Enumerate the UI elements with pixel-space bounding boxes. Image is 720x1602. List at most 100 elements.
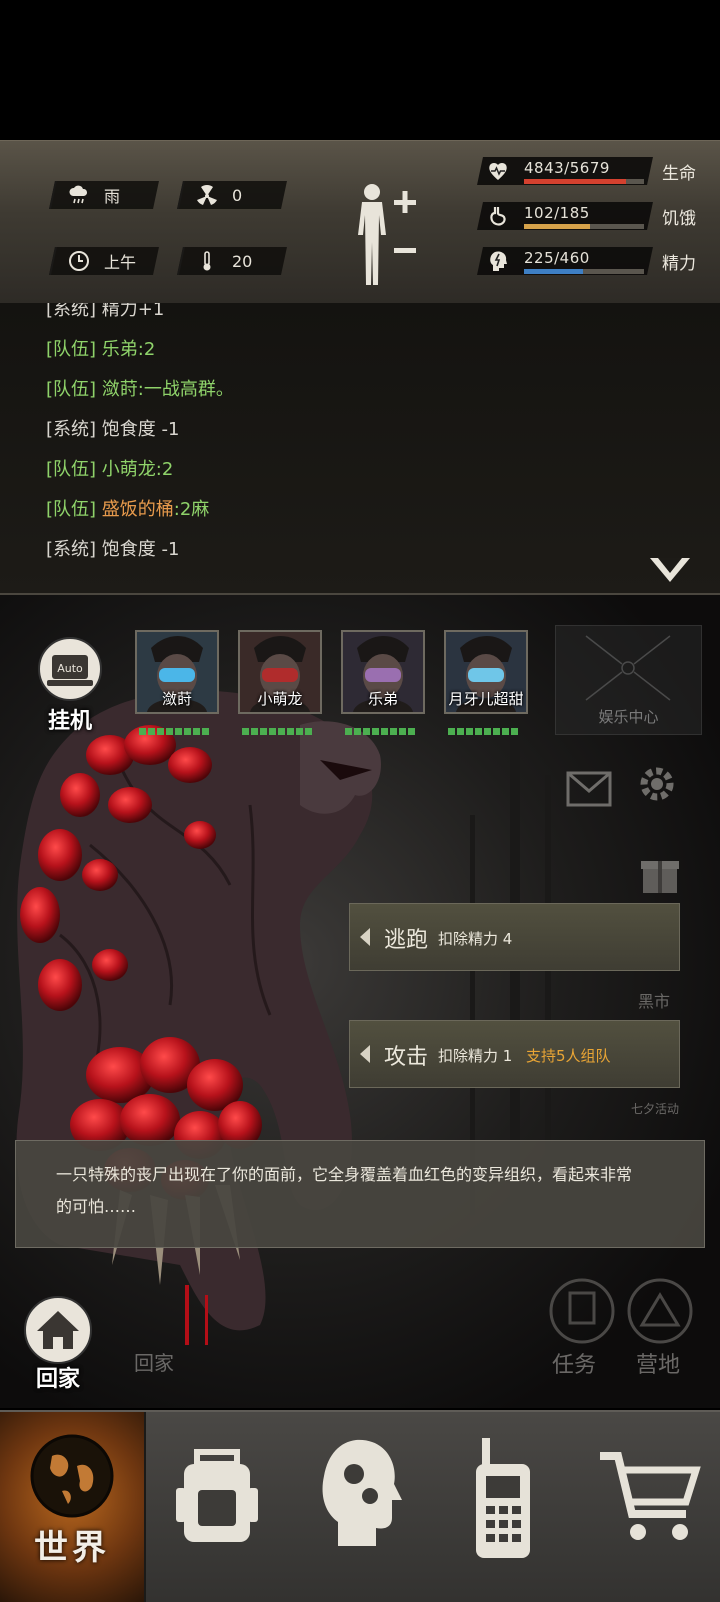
time-chip: 上午 [49, 247, 159, 275]
party-member-hp [448, 728, 518, 735]
home-faded-label: 回家 [134, 1351, 174, 1375]
hp-pip [296, 728, 303, 735]
radiation-value: 0 [232, 185, 243, 205]
chat-message: :2麻 [173, 499, 210, 520]
chat-message: 乐弟:2 [101, 339, 156, 360]
nav-backpack-tab[interactable] [144, 1412, 288, 1602]
hp-pip [260, 728, 267, 735]
svg-text:Auto: Auto [57, 662, 83, 675]
weather-chip: 雨 [49, 181, 159, 209]
party-member-hp [345, 728, 415, 735]
chat-line: [系统] 精力+1 [46, 303, 164, 321]
chat-line: [系统] 饱食度 -1 [46, 415, 179, 441]
auto-computer-icon: Auto [38, 637, 102, 701]
hp-pip [345, 728, 352, 735]
time-value: 上午 [104, 253, 137, 272]
hp-pip [493, 728, 500, 735]
health-bar [524, 179, 627, 184]
hp-pip [511, 728, 518, 735]
hp-pip [354, 728, 361, 735]
home-button[interactable]: 回家 [18, 1295, 98, 1395]
hp-pip [202, 728, 209, 735]
chat-line: [队伍] 乐弟:2 [46, 335, 155, 361]
hp-pip [399, 728, 406, 735]
energy-value: 225/460 [524, 249, 590, 267]
head-gears-icon [322, 1439, 402, 1546]
chat-channel: [队伍] [46, 459, 97, 480]
chat-sender[interactable]: 盛饭的桶 [102, 499, 174, 520]
stomach-icon [486, 204, 510, 228]
radiation-icon [196, 184, 218, 206]
body-status-button[interactable] [350, 180, 440, 290]
backpack-icon [176, 1449, 258, 1542]
nav-shop-tab[interactable] [576, 1412, 720, 1602]
heart-pulse-icon [486, 159, 510, 183]
party-member-2[interactable]: 小萌龙 [238, 630, 322, 740]
party-member-hp [242, 728, 312, 735]
gift-icon[interactable] [640, 851, 680, 899]
hp-pip [372, 728, 379, 735]
hp-pip [184, 728, 191, 735]
health-value: 4843/5679 [524, 159, 610, 177]
flee-button[interactable]: 逃跑 扣除精力 4 [349, 903, 680, 971]
hp-pip [390, 728, 397, 735]
task-label[interactable]: 任务 [552, 1347, 596, 1379]
human-figure-icon [358, 184, 386, 285]
hp-pip [166, 728, 173, 735]
chat-message: 潋莳:一战高群。 [101, 379, 234, 400]
hp-pip [484, 728, 491, 735]
thermometer-icon [196, 250, 218, 272]
hp-pip [269, 728, 276, 735]
hp-pip [251, 728, 258, 735]
hp-pip [287, 728, 294, 735]
entertainment-center-button[interactable]: 娱乐中心 [555, 625, 702, 735]
auto-battle-button[interactable]: Auto 挂机 [30, 637, 110, 734]
hp-pip [381, 728, 388, 735]
clock-icon [68, 250, 90, 272]
chat-channel: [系统] [46, 539, 97, 560]
hp-pip [502, 728, 509, 735]
temperature-value: 20 [232, 251, 253, 271]
party-member-3[interactable]: 乐弟 [341, 630, 425, 740]
chat-log[interactable]: [系统] 精力+1 [队伍] 乐弟:2 [队伍] 潋莳:一战高群。 [系统] 饱食度 … [0, 303, 720, 595]
hp-pip [193, 728, 200, 735]
party-member-name: 潋莳 [161, 690, 192, 708]
bottom-nav: 世界 [0, 1410, 720, 1602]
nav-world-tab[interactable]: 世界 [0, 1412, 146, 1602]
hunger-stat: 102/185 饥饿 [477, 200, 715, 232]
camp-icon[interactable] [626, 1277, 694, 1349]
hunger-value: 102/185 [524, 204, 590, 222]
chat-channel: [队伍] [46, 339, 97, 360]
task-icon[interactable] [548, 1277, 616, 1349]
mail-icon[interactable] [566, 771, 612, 811]
chat-message: 饱食度 -1 [101, 539, 180, 560]
nav-radio-tab[interactable] [432, 1412, 576, 1602]
attack-button[interactable]: 攻击 扣除精力 1 支持5人组队 [349, 1020, 680, 1088]
qixi-event-label[interactable]: 七夕活动 [631, 1100, 679, 1117]
temperature-chip: 20 [177, 247, 287, 275]
gear-icon[interactable] [634, 761, 680, 811]
party-member-hp [139, 728, 209, 735]
chat-message: 精力+1 [101, 303, 165, 320]
party-member-1[interactable]: 潋莳 [135, 630, 219, 740]
radiation-chip: 0 [177, 181, 287, 209]
party-member-name: 乐弟 [367, 690, 398, 708]
entertainment-center-label: 娱乐中心 [598, 708, 659, 726]
rain-cloud-icon [68, 184, 90, 206]
camp-label[interactable]: 营地 [636, 1347, 680, 1379]
energy-stat: 225/460 精力 [477, 245, 715, 277]
chat-line: [队伍] 潋莳:一战高群。 [46, 375, 234, 401]
weather-value: 雨 [104, 187, 121, 206]
party-member-4[interactable]: 月牙儿超甜 [444, 630, 528, 740]
plus-icon [394, 191, 416, 213]
hp-pip [457, 728, 464, 735]
auto-battle-label: 挂机 [47, 709, 92, 734]
hp-pip [448, 728, 455, 735]
nav-skills-tab[interactable] [288, 1412, 432, 1602]
health-stat: 4843/5679 生命 [477, 155, 715, 187]
chevron-down-icon[interactable] [648, 555, 692, 585]
hunger-label: 饥饿 [662, 209, 696, 229]
chat-line: [队伍] 盛饭的桶:2麻 [46, 495, 209, 521]
black-market-label[interactable]: 黑市 [638, 988, 670, 1012]
hp-pip [408, 728, 415, 735]
